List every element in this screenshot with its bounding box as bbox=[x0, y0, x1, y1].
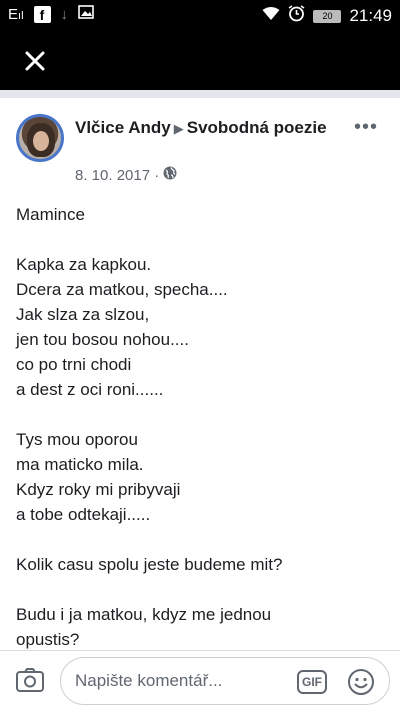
clock: 21:49 bbox=[349, 6, 392, 25]
poem-line: Budu i ja matkou, kdyz me jednou bbox=[16, 605, 272, 624]
network-icon: Eıl bbox=[8, 6, 24, 23]
emoji-icon bbox=[348, 669, 374, 695]
avatar[interactable] bbox=[16, 114, 64, 162]
poem-line: Dcera za matkou, specha.... bbox=[16, 280, 228, 299]
download-icon: ↓ bbox=[60, 5, 69, 23]
post-date[interactable]: 8. 10. 2017 · bbox=[75, 167, 159, 184]
poem-line: a dest z oci roni...... bbox=[16, 380, 164, 399]
close-icon bbox=[25, 51, 45, 71]
carrier-label: E bbox=[8, 5, 19, 23]
post-header: Vlčice Andy ▶ Svobodná poezie bbox=[75, 116, 345, 140]
arrow-right-icon: ▶ bbox=[173, 121, 184, 136]
facebook-notification-icon: f bbox=[33, 5, 51, 23]
poem-stanza: Kapka za kapkou. Dcera za matkou, specha.… bbox=[16, 252, 386, 402]
poem-stanza: Kolik casu spolu jeste budeme mit? bbox=[16, 552, 386, 577]
emoji-button[interactable] bbox=[346, 667, 376, 697]
comment-box: GIF bbox=[60, 657, 390, 705]
poem-line: Kolik casu spolu jeste budeme mit? bbox=[16, 555, 283, 574]
group-name[interactable]: Svobodná poezie bbox=[187, 118, 327, 137]
poem-line: Kapka za kapkou. bbox=[16, 255, 152, 274]
comment-composer: GIF bbox=[0, 650, 400, 712]
poem-line: Kdyz roky mi pribyvaji bbox=[16, 480, 181, 499]
more-options-button[interactable]: ••• bbox=[354, 116, 378, 139]
more-icon: ••• bbox=[353, 116, 378, 138]
poem-line: ma maticko mila. bbox=[16, 455, 144, 474]
poem-line: Mamince bbox=[16, 205, 85, 224]
poem-line: Tys mou oporou bbox=[16, 430, 138, 449]
poem-line: opustis? bbox=[16, 630, 80, 649]
top-bar bbox=[0, 32, 400, 90]
poem-line: co po trni chodi bbox=[16, 355, 132, 374]
globe-icon bbox=[163, 166, 177, 184]
comment-input[interactable] bbox=[75, 658, 285, 704]
poem-line: a tobe odtekaji..... bbox=[16, 505, 151, 524]
poem-line: Jak slza za slzou, bbox=[16, 305, 150, 324]
poem-stanza: Budu i ja matkou, kdyz me jednou opustis? bbox=[16, 602, 386, 650]
camera-icon bbox=[16, 668, 44, 692]
alarm-icon bbox=[288, 5, 305, 27]
status-bar: Eıl f ↓ 20 21:49 bbox=[0, 0, 400, 32]
avatar-face bbox=[33, 131, 49, 151]
battery-icon: 20 bbox=[313, 9, 342, 23]
camera-button[interactable] bbox=[14, 664, 46, 696]
poem-line: jen tou bosou nohou.... bbox=[16, 330, 189, 349]
poem-stanza: Tys mou oporou ma maticko mila. Kdyz roky … bbox=[16, 427, 386, 527]
post-text: Mamince Kapka za kapkou. Dcera za matkou, … bbox=[16, 202, 386, 650]
wifi-icon bbox=[262, 6, 280, 26]
post-meta: 8. 10. 2017 · bbox=[75, 166, 177, 184]
signal-bars: ıl bbox=[18, 9, 24, 22]
image-icon bbox=[78, 5, 94, 23]
gif-button[interactable]: GIF bbox=[297, 670, 327, 694]
poem-stanza: Mamince bbox=[16, 202, 386, 227]
close-button[interactable] bbox=[20, 46, 50, 76]
section-divider bbox=[0, 90, 400, 98]
post: Vlčice Andy ▶ Svobodná poezie ••• 8. 10. 2… bbox=[0, 98, 400, 650]
author-name[interactable]: Vlčice Andy bbox=[75, 118, 171, 137]
